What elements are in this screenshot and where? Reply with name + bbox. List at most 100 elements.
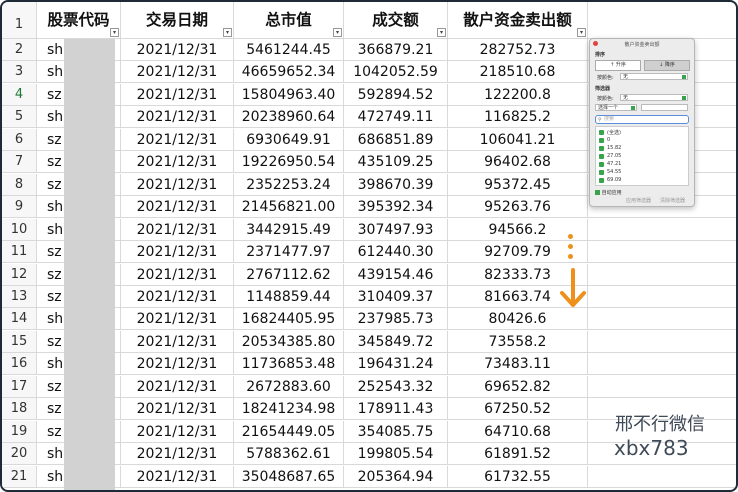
retail-sell-cell[interactable]: 116825.2 [448,106,588,129]
turnover-cell[interactable]: 205364.94 [344,465,448,488]
trade-date-cell[interactable]: 2021/12/31 [121,353,234,376]
trade-date-cell[interactable]: 2021/12/31 [121,173,234,196]
turnover-cell[interactable]: 435109.25 [344,151,448,174]
filter-list-item[interactable]: 15.82 [607,145,621,151]
trade-date-cell[interactable]: 2021/12/31 [121,196,234,219]
sort-ascending-button[interactable]: ↑ 升序 [595,60,641,71]
market-value-cell[interactable]: 35048687.65 [234,465,344,488]
trade-date-cell[interactable]: 2021/12/31 [121,263,234,286]
row-number[interactable]: 21 [2,465,37,488]
turnover-cell[interactable]: 310409.37 [344,285,448,308]
empty-cell[interactable] [588,353,736,376]
row-number[interactable]: 16 [2,353,37,376]
row-number[interactable]: 15 [2,330,37,353]
trade-date-cell[interactable]: 2021/12/31 [121,308,234,331]
retail-sell-cell[interactable]: 106041.21 [448,128,588,151]
retail-sell-cell[interactable]: 69652.82 [448,375,588,398]
empty-cell[interactable] [588,308,736,331]
turnover-cell[interactable]: 354085.75 [344,420,448,443]
auto-apply-checkbox[interactable]: 自动应用 [595,189,622,196]
market-value-cell[interactable]: 21654449.05 [234,420,344,443]
trade-date-cell[interactable]: 2021/12/31 [121,330,234,353]
filter-dropdown-icon[interactable]: ▾ [577,28,586,37]
filter-list-item[interactable]: (全选) [607,129,621,136]
trade-date-cell[interactable]: 2021/12/31 [121,241,234,264]
row-number[interactable]: 3 [2,61,37,84]
turnover-cell[interactable]: 366879.21 [344,39,448,61]
retail-sell-cell[interactable]: 95263.76 [448,196,588,219]
turnover-cell[interactable]: 237985.73 [344,308,448,331]
retail-sell-cell[interactable]: 94566.2 [448,218,588,241]
filter-dropdown-icon[interactable]: ▾ [223,28,232,37]
turnover-cell[interactable]: 307497.93 [344,218,448,241]
market-value-cell[interactable]: 2352253.24 [234,173,344,196]
retail-sell-cell[interactable]: 80426.6 [448,308,588,331]
retail-sell-cell[interactable]: 73483.11 [448,353,588,376]
empty-cell[interactable] [588,466,736,488]
row-number[interactable]: 14 [2,308,37,331]
market-value-cell[interactable]: 2672883.60 [234,375,344,398]
row-number[interactable]: 7 [2,151,37,174]
turnover-cell[interactable]: 196431.24 [344,353,448,376]
market-value-cell[interactable]: 2371477.97 [234,241,344,264]
row-number[interactable]: 17 [2,375,37,398]
market-value-cell[interactable]: 19226950.54 [234,151,344,174]
checkbox-icon[interactable] [599,146,604,151]
checkbox-icon[interactable] [599,154,604,159]
row-number[interactable]: 8 [2,173,37,196]
row-number[interactable]: 18 [2,398,37,421]
turnover-cell[interactable]: 398670.39 [344,173,448,196]
apply-filter-button[interactable]: 应用筛选器 [626,197,651,204]
retail-sell-cell[interactable]: 122200.8 [448,83,588,106]
trade-date-cell[interactable]: 2021/12/31 [121,151,234,174]
market-value-cell[interactable]: 16824405.95 [234,308,344,331]
trade-date-cell[interactable]: 2021/12/31 [121,218,234,241]
trade-date-cell[interactable]: 2021/12/31 [121,443,234,466]
sort-color-select[interactable]: 无 [620,73,688,80]
checkbox-icon[interactable] [599,170,604,175]
market-value-cell[interactable]: 5461244.45 [234,39,344,61]
retail-sell-cell[interactable]: 282752.73 [448,39,588,61]
header-retail-sell[interactable]: 散户资金卖出额 ▾ [448,2,588,39]
filter-dropdown-icon[interactable]: ▾ [333,28,342,37]
market-value-cell[interactable]: 6930649.91 [234,128,344,151]
trade-date-cell[interactable]: 2021/12/31 [121,398,234,421]
filter-color-select[interactable]: 无 [620,94,688,101]
turnover-cell[interactable]: 252543.32 [344,375,448,398]
retail-sell-cell[interactable]: 92709.79 [448,241,588,264]
empty-cell[interactable] [588,286,736,308]
market-value-cell[interactable]: 20238960.64 [234,106,344,129]
sort-descending-button[interactable]: ↓ 降序 [644,60,690,71]
filter-list-item[interactable]: 69.09 [607,177,621,183]
trade-date-cell[interactable]: 2021/12/31 [121,465,234,488]
turnover-cell[interactable]: 472749.11 [344,106,448,129]
row-number[interactable]: 6 [2,128,37,151]
empty-cell[interactable] [588,2,736,39]
condition-value-input[interactable] [641,104,688,111]
turnover-cell[interactable]: 686851.89 [344,128,448,151]
filter-dropdown-icon[interactable]: ▾ [110,28,119,37]
retail-sell-cell[interactable]: 218510.68 [448,61,588,84]
turnover-cell[interactable]: 199805.54 [344,443,448,466]
turnover-cell[interactable]: 395392.34 [344,196,448,219]
filter-dropdown-icon[interactable]: ▾ [437,28,446,37]
header-trade-date[interactable]: 交易日期 ▾ [121,2,234,39]
checkbox-icon[interactable] [599,138,604,143]
trade-date-cell[interactable]: 2021/12/31 [121,285,234,308]
market-value-cell[interactable]: 46659652.34 [234,61,344,84]
retail-sell-cell[interactable]: 67250.52 [448,398,588,421]
turnover-cell[interactable]: 345849.72 [344,330,448,353]
trade-date-cell[interactable]: 2021/12/31 [121,420,234,443]
filter-list-item[interactable]: 47.21 [607,161,621,167]
turnover-cell[interactable]: 178911.43 [344,398,448,421]
trade-date-cell[interactable]: 2021/12/31 [121,83,234,106]
filter-list-item[interactable]: 0 [607,137,610,143]
trade-date-cell[interactable]: 2021/12/31 [121,39,234,61]
retail-sell-cell[interactable]: 64710.68 [448,420,588,443]
condition-select[interactable]: 选择一个 [595,104,637,111]
row-number[interactable]: 2 [2,39,37,61]
turnover-cell[interactable]: 1042052.59 [344,61,448,84]
empty-cell[interactable] [588,219,736,241]
clear-filter-button[interactable]: 清除筛选器 [660,197,685,204]
retail-sell-cell[interactable]: 96402.68 [448,151,588,174]
